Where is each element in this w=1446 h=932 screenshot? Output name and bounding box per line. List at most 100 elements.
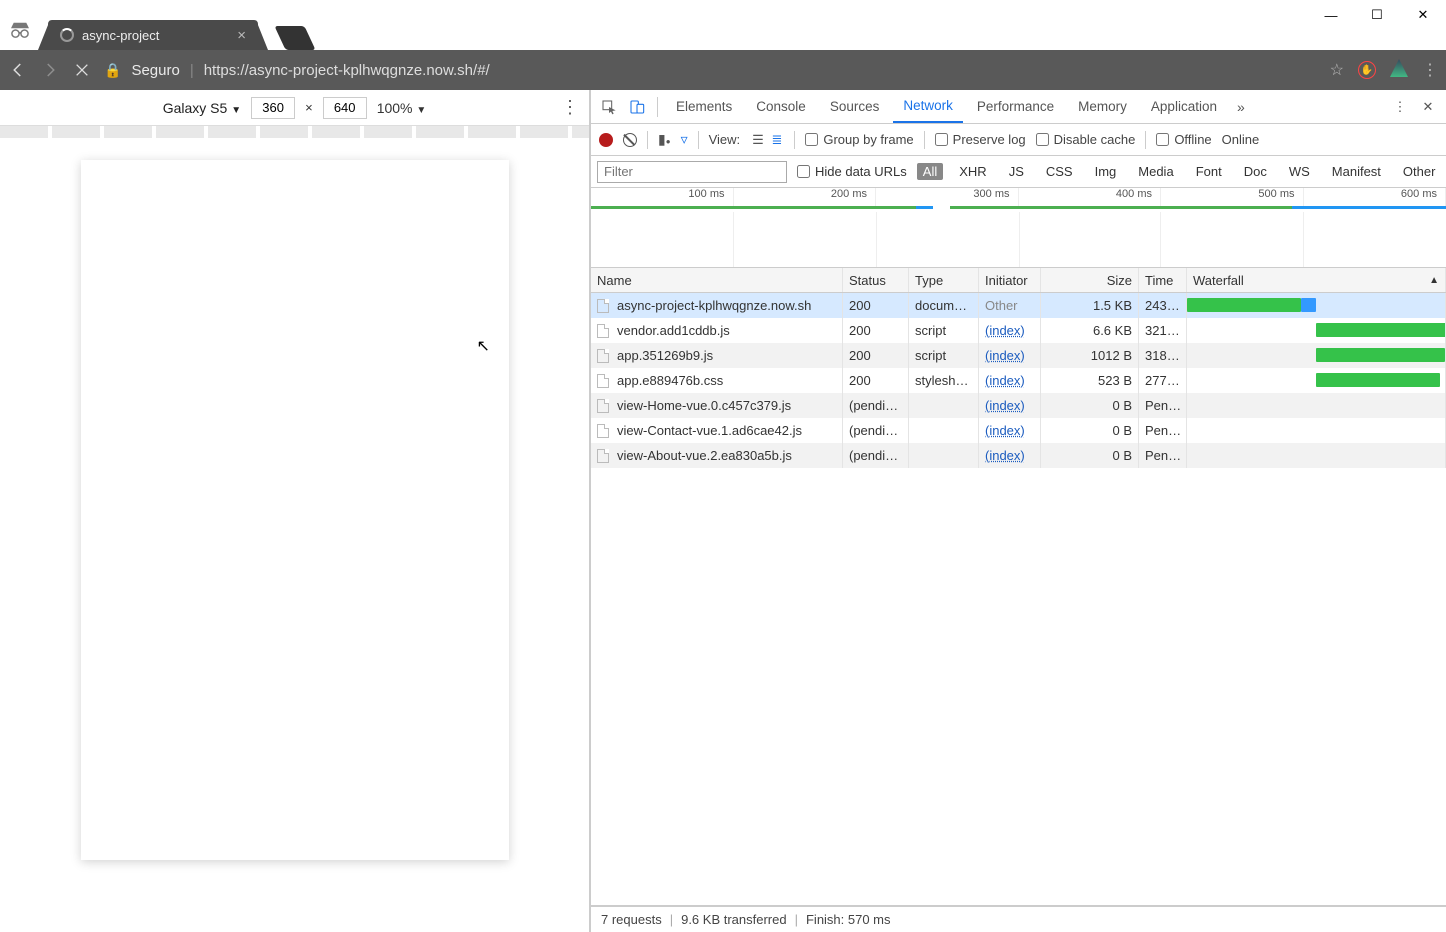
request-initiator[interactable]: (index) (985, 423, 1025, 438)
col-header-time[interactable]: Time (1139, 268, 1187, 292)
window-minimize-button[interactable]: — (1308, 0, 1354, 30)
timeline-overview[interactable]: 100 ms200 ms300 ms400 ms500 ms600 ms (591, 188, 1446, 268)
table-row[interactable]: view-About-vue.2.ea830a5b.js(pendi…(inde… (591, 443, 1446, 468)
back-button[interactable] (8, 60, 28, 80)
filter-type-js[interactable]: JS (1003, 163, 1030, 180)
request-initiator[interactable]: (index) (985, 448, 1025, 463)
disable-cache-checkbox[interactable]: Disable cache (1036, 132, 1136, 147)
col-header-type[interactable]: Type (909, 268, 979, 292)
table-row[interactable]: view-Home-vue.0.c457c379.js(pendi…(index… (591, 393, 1446, 418)
tab-sources[interactable]: Sources (820, 90, 890, 123)
stop-reload-button[interactable] (72, 60, 92, 80)
network-status-bar: 7 requests | 9.6 KB transferred | Finish… (591, 906, 1446, 932)
incognito-icon (0, 10, 40, 50)
request-size: 1012 B (1047, 348, 1132, 363)
filter-type-media[interactable]: Media (1132, 163, 1179, 180)
table-row[interactable]: view-Contact-vue.1.ad6cae42.js(pendi…(in… (591, 418, 1446, 443)
record-button[interactable] (599, 133, 613, 147)
filter-type-other[interactable]: Other (1397, 163, 1442, 180)
request-initiator[interactable]: Other (985, 298, 1018, 313)
request-initiator[interactable]: (index) (985, 398, 1025, 413)
filter-input[interactable] (597, 161, 787, 183)
tab-network[interactable]: Network (893, 90, 963, 123)
browser-menu-button[interactable]: ⋮ (1422, 60, 1438, 80)
filter-type-xhr[interactable]: XHR (953, 163, 992, 180)
preserve-log-checkbox[interactable]: Preserve log (935, 132, 1026, 147)
forward-button[interactable] (40, 60, 60, 80)
lock-icon[interactable]: 🔒 (104, 62, 121, 79)
timeline-tick: 300 ms (876, 188, 1019, 208)
request-status: (pendi… (843, 393, 909, 418)
table-header[interactable]: Name Status Type Initiator Size Time Wat… (591, 268, 1446, 293)
zoom-select[interactable]: 100% ▼ (377, 100, 427, 116)
tab-close-button[interactable]: × (237, 27, 246, 44)
status-transferred: 9.6 KB transferred (681, 912, 787, 927)
screenshots-button[interactable]: ▮● (658, 131, 671, 148)
request-size: 6.6 KB (1047, 323, 1132, 338)
device-select[interactable]: Galaxy S5 ▼ (163, 100, 241, 116)
request-initiator[interactable]: (index) (985, 323, 1025, 338)
col-header-status[interactable]: Status (843, 268, 909, 292)
request-initiator[interactable]: (index) (985, 348, 1025, 363)
view-label: View: (709, 132, 741, 147)
device-width-input[interactable] (251, 97, 295, 119)
col-header-name[interactable]: Name (591, 268, 843, 292)
request-size: 523 B (1047, 373, 1132, 388)
table-row[interactable]: app.351269b9.js200script(index)1012 B318… (591, 343, 1446, 368)
more-tabs-button[interactable]: » (1231, 99, 1251, 115)
adblock-icon[interactable]: ✋ (1358, 61, 1376, 79)
inspect-element-button[interactable] (597, 95, 621, 119)
url-text[interactable]: https://async-project-kplhwqgnze.now.sh/… (204, 62, 490, 79)
clear-button[interactable] (623, 133, 637, 147)
tab-memory[interactable]: Memory (1068, 90, 1137, 123)
bookmark-star-icon[interactable]: ☆ (1330, 60, 1344, 80)
devtools-close-button[interactable]: ✕ (1416, 95, 1440, 119)
waterfall-view-button[interactable]: ≣ (771, 132, 782, 147)
device-toolbar-menu-button[interactable]: ⋮ (561, 97, 579, 118)
col-header-waterfall[interactable]: Waterfall▲ (1187, 268, 1446, 292)
request-type: stylesh… (909, 368, 979, 393)
filter-toggle-button[interactable]: ▿ (681, 131, 688, 148)
large-rows-button[interactable]: ☰ (752, 132, 764, 147)
window-close-button[interactable]: ✕ (1400, 0, 1446, 30)
hide-data-urls-checkbox[interactable]: Hide data URLs (797, 164, 907, 179)
filter-type-css[interactable]: CSS (1040, 163, 1079, 180)
table-row[interactable]: vendor.add1cddb.js200script(index)6.6 KB… (591, 318, 1446, 343)
group-by-frame-checkbox[interactable]: Group by frame (805, 132, 913, 147)
window-maximize-button[interactable]: ☐ (1354, 0, 1400, 30)
filter-type-all[interactable]: All (917, 163, 943, 180)
request-initiator[interactable]: (index) (985, 373, 1025, 388)
filter-type-ws[interactable]: WS (1283, 163, 1316, 180)
filter-type-img[interactable]: Img (1089, 163, 1123, 180)
new-tab-button[interactable] (274, 26, 315, 50)
request-type: docum… (909, 293, 979, 318)
timeline-tick: 100 ms (591, 188, 734, 208)
ruler (0, 126, 589, 138)
tab-console[interactable]: Console (746, 90, 816, 123)
filter-type-font[interactable]: Font (1190, 163, 1228, 180)
device-frame[interactable]: ↖ (81, 160, 509, 860)
filter-type-manifest[interactable]: Manifest (1326, 163, 1387, 180)
offline-checkbox[interactable]: Offline (1156, 132, 1211, 147)
throttling-select[interactable]: Online (1222, 132, 1260, 147)
device-toggle-button[interactable] (625, 95, 649, 119)
tab-performance[interactable]: Performance (967, 90, 1064, 123)
devtools-menu-button[interactable]: ⋮ (1388, 95, 1412, 119)
col-header-size[interactable]: Size (1041, 268, 1139, 292)
device-height-input[interactable] (323, 97, 367, 119)
request-size: 0 B (1047, 448, 1132, 463)
filter-type-doc[interactable]: Doc (1238, 163, 1273, 180)
request-status: 200 (843, 293, 909, 318)
browser-tab[interactable]: async-project × (48, 20, 258, 50)
table-row[interactable]: app.e889476b.css200stylesh…(index)523 B2… (591, 368, 1446, 393)
request-size: 1.5 KB (1047, 298, 1132, 313)
timeline-tick: 200 ms (734, 188, 877, 208)
tab-application[interactable]: Application (1141, 90, 1227, 123)
table-row[interactable]: async-project-kplhwqgnze.now.sh200docum…… (591, 293, 1446, 318)
col-header-initiator[interactable]: Initiator (979, 268, 1041, 292)
tab-elements[interactable]: Elements (666, 90, 742, 123)
request-time: Pen… (1139, 443, 1187, 468)
timeline-tick: 600 ms (1304, 188, 1446, 208)
request-waterfall (1187, 343, 1446, 368)
vue-devtools-icon[interactable] (1390, 59, 1408, 82)
